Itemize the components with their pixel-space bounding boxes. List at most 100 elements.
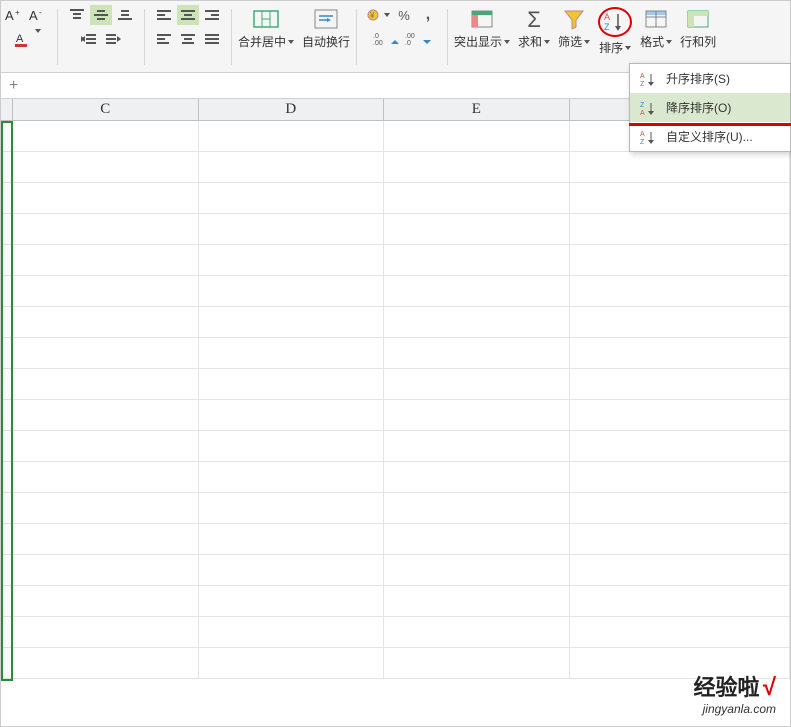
grid-cell[interactable] [13, 400, 199, 431]
grid-cell[interactable] [199, 431, 385, 462]
grid-cell[interactable] [13, 462, 199, 493]
grid-cell[interactable] [384, 121, 570, 152]
grid-cell[interactable] [199, 214, 385, 245]
grid-cell[interactable] [384, 648, 570, 679]
grid-cell[interactable] [384, 586, 570, 617]
grid-cell[interactable] [13, 648, 199, 679]
grid-cell[interactable] [1, 431, 13, 462]
grid-cell[interactable] [570, 617, 790, 648]
grid-cell[interactable] [13, 276, 199, 307]
grid-cell[interactable] [570, 245, 790, 276]
grid-cell[interactable] [1, 214, 13, 245]
col-header-stub[interactable] [1, 99, 13, 120]
grid-cell[interactable] [1, 183, 13, 214]
chevron-down-icon[interactable] [384, 13, 390, 17]
increase-font-icon[interactable]: A+ [3, 5, 25, 25]
sum-button[interactable]: Σ 求和 [514, 5, 554, 52]
grid-cell[interactable] [1, 338, 13, 369]
grid-cell[interactable] [13, 493, 199, 524]
grid-cell[interactable] [384, 152, 570, 183]
chevron-down-icon[interactable] [504, 40, 510, 44]
grid-cell[interactable] [570, 493, 790, 524]
grid-cell[interactable] [384, 214, 570, 245]
align-left-icon[interactable] [153, 5, 175, 25]
grid-cell[interactable] [384, 462, 570, 493]
grid-cell[interactable] [570, 431, 790, 462]
grid-cell[interactable] [570, 555, 790, 586]
grid-cell[interactable] [199, 586, 385, 617]
align-right-icon[interactable] [201, 5, 223, 25]
grid-cell[interactable] [570, 586, 790, 617]
align-left2-icon[interactable] [153, 29, 175, 49]
spreadsheet-grid[interactable] [1, 121, 790, 679]
grid-cell[interactable] [199, 400, 385, 431]
chevron-down-icon[interactable] [35, 29, 41, 33]
grid-cell[interactable] [13, 338, 199, 369]
col-header-c[interactable]: C [13, 99, 199, 120]
grid-cell[interactable] [384, 307, 570, 338]
grid-cell[interactable] [1, 617, 13, 648]
grid-cell[interactable] [384, 369, 570, 400]
grid-cell[interactable] [199, 307, 385, 338]
chevron-down-icon[interactable] [288, 40, 294, 44]
grid-cell[interactable] [199, 338, 385, 369]
grid-cell[interactable] [199, 183, 385, 214]
align-bottom-icon[interactable] [114, 5, 136, 25]
grid-cell[interactable] [199, 555, 385, 586]
align-middle-icon[interactable] [90, 5, 112, 25]
sort-custom-item[interactable]: AZ 自定义排序(U)... [630, 122, 790, 151]
grid-cell[interactable] [1, 493, 13, 524]
grid-cell[interactable] [570, 338, 790, 369]
increase-decimal-icon[interactable]: .0.00 [371, 29, 401, 49]
decrease-font-icon[interactable]: A- [27, 5, 49, 25]
grid-cell[interactable] [199, 276, 385, 307]
grid-cell[interactable] [570, 524, 790, 555]
grid-cell[interactable] [570, 152, 790, 183]
sort-asc-item[interactable]: AZ 升序排序(S) [630, 64, 790, 93]
grid-cell[interactable] [199, 617, 385, 648]
font-color-icon[interactable]: A [11, 29, 33, 49]
grid-cell[interactable] [13, 214, 199, 245]
grid-cell[interactable] [1, 648, 13, 679]
grid-cell[interactable] [384, 431, 570, 462]
grid-cell[interactable] [1, 400, 13, 431]
grid-cell[interactable] [384, 338, 570, 369]
decrease-decimal-icon[interactable]: .00.0 [403, 29, 433, 49]
grid-cell[interactable] [13, 369, 199, 400]
increase-indent-icon[interactable] [102, 29, 124, 49]
grid-cell[interactable] [1, 555, 13, 586]
grid-cell[interactable] [1, 462, 13, 493]
grid-cell[interactable] [1, 524, 13, 555]
decrease-indent-icon[interactable] [78, 29, 100, 49]
grid-cell[interactable] [13, 121, 199, 152]
highlight-button[interactable]: 突出显示 [450, 5, 514, 52]
grid-cell[interactable] [13, 586, 199, 617]
filter-button[interactable]: 筛选 [554, 5, 594, 52]
grid-cell[interactable] [1, 121, 13, 152]
grid-cell[interactable] [384, 276, 570, 307]
grid-cell[interactable] [1, 276, 13, 307]
grid-cell[interactable] [570, 214, 790, 245]
grid-cell[interactable] [199, 152, 385, 183]
grid-cell[interactable] [384, 493, 570, 524]
col-header-e[interactable]: E [384, 99, 570, 120]
align-justify-icon[interactable] [201, 29, 223, 49]
grid-cell[interactable] [199, 493, 385, 524]
currency-icon[interactable]: ¥ [365, 5, 391, 25]
grid-cell[interactable] [13, 307, 199, 338]
grid-cell[interactable] [1, 586, 13, 617]
grid-cell[interactable] [199, 524, 385, 555]
chevron-down-icon[interactable] [625, 46, 631, 50]
grid-cell[interactable] [13, 152, 199, 183]
grid-cell[interactable] [199, 369, 385, 400]
grid-cell[interactable] [13, 183, 199, 214]
chevron-down-icon[interactable] [584, 40, 590, 44]
grid-cell[interactable] [199, 245, 385, 276]
merge-center-button[interactable]: 合并居中 [234, 5, 298, 52]
grid-cell[interactable] [570, 183, 790, 214]
grid-cell[interactable] [1, 369, 13, 400]
col-header-d[interactable]: D [199, 99, 385, 120]
grid-cell[interactable] [199, 462, 385, 493]
format-button[interactable]: 格式 [636, 5, 676, 52]
percent-icon[interactable]: % [393, 5, 415, 25]
